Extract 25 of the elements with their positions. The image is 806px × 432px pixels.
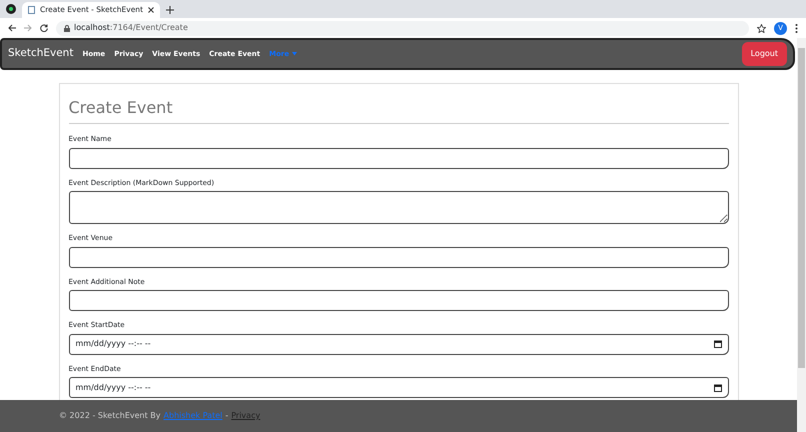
reload-icon[interactable]	[40, 24, 48, 32]
calendar-icon[interactable]	[714, 384, 722, 392]
star-icon[interactable]	[757, 24, 766, 32]
lock-icon	[64, 24, 70, 32]
brand-logo[interactable]: SketchEvent	[8, 46, 74, 62]
input-field[interactable]	[68, 148, 728, 169]
date-field[interactable]: mm/dd/yyyy --:-- --	[68, 334, 728, 355]
calendar-icon[interactable]	[714, 340, 722, 348]
date-field[interactable]: mm/dd/yyyy --:-- --	[68, 377, 728, 398]
input-field[interactable]	[68, 246, 728, 268]
scrollbar-thumb[interactable]	[798, 48, 805, 368]
address-bar[interactable]: localhost:7164/Event/Create	[56, 20, 749, 36]
textarea-field[interactable]	[68, 191, 728, 224]
url-text: localhost:7164/Event/Create	[74, 22, 188, 34]
input-field[interactable]	[68, 290, 728, 312]
copyright-text: © 2022 - SketchEvent By	[59, 410, 161, 422]
separator-text: -	[225, 410, 228, 422]
page-title: Create Event	[68, 98, 728, 124]
back-icon[interactable]	[8, 24, 16, 32]
close-icon[interactable]	[148, 7, 154, 13]
menu-icon[interactable]	[795, 24, 798, 32]
app-icon	[6, 4, 16, 14]
logout-button[interactable]: Logout	[742, 42, 787, 66]
page-icon	[28, 6, 35, 14]
new-tab-icon[interactable]	[166, 6, 174, 14]
